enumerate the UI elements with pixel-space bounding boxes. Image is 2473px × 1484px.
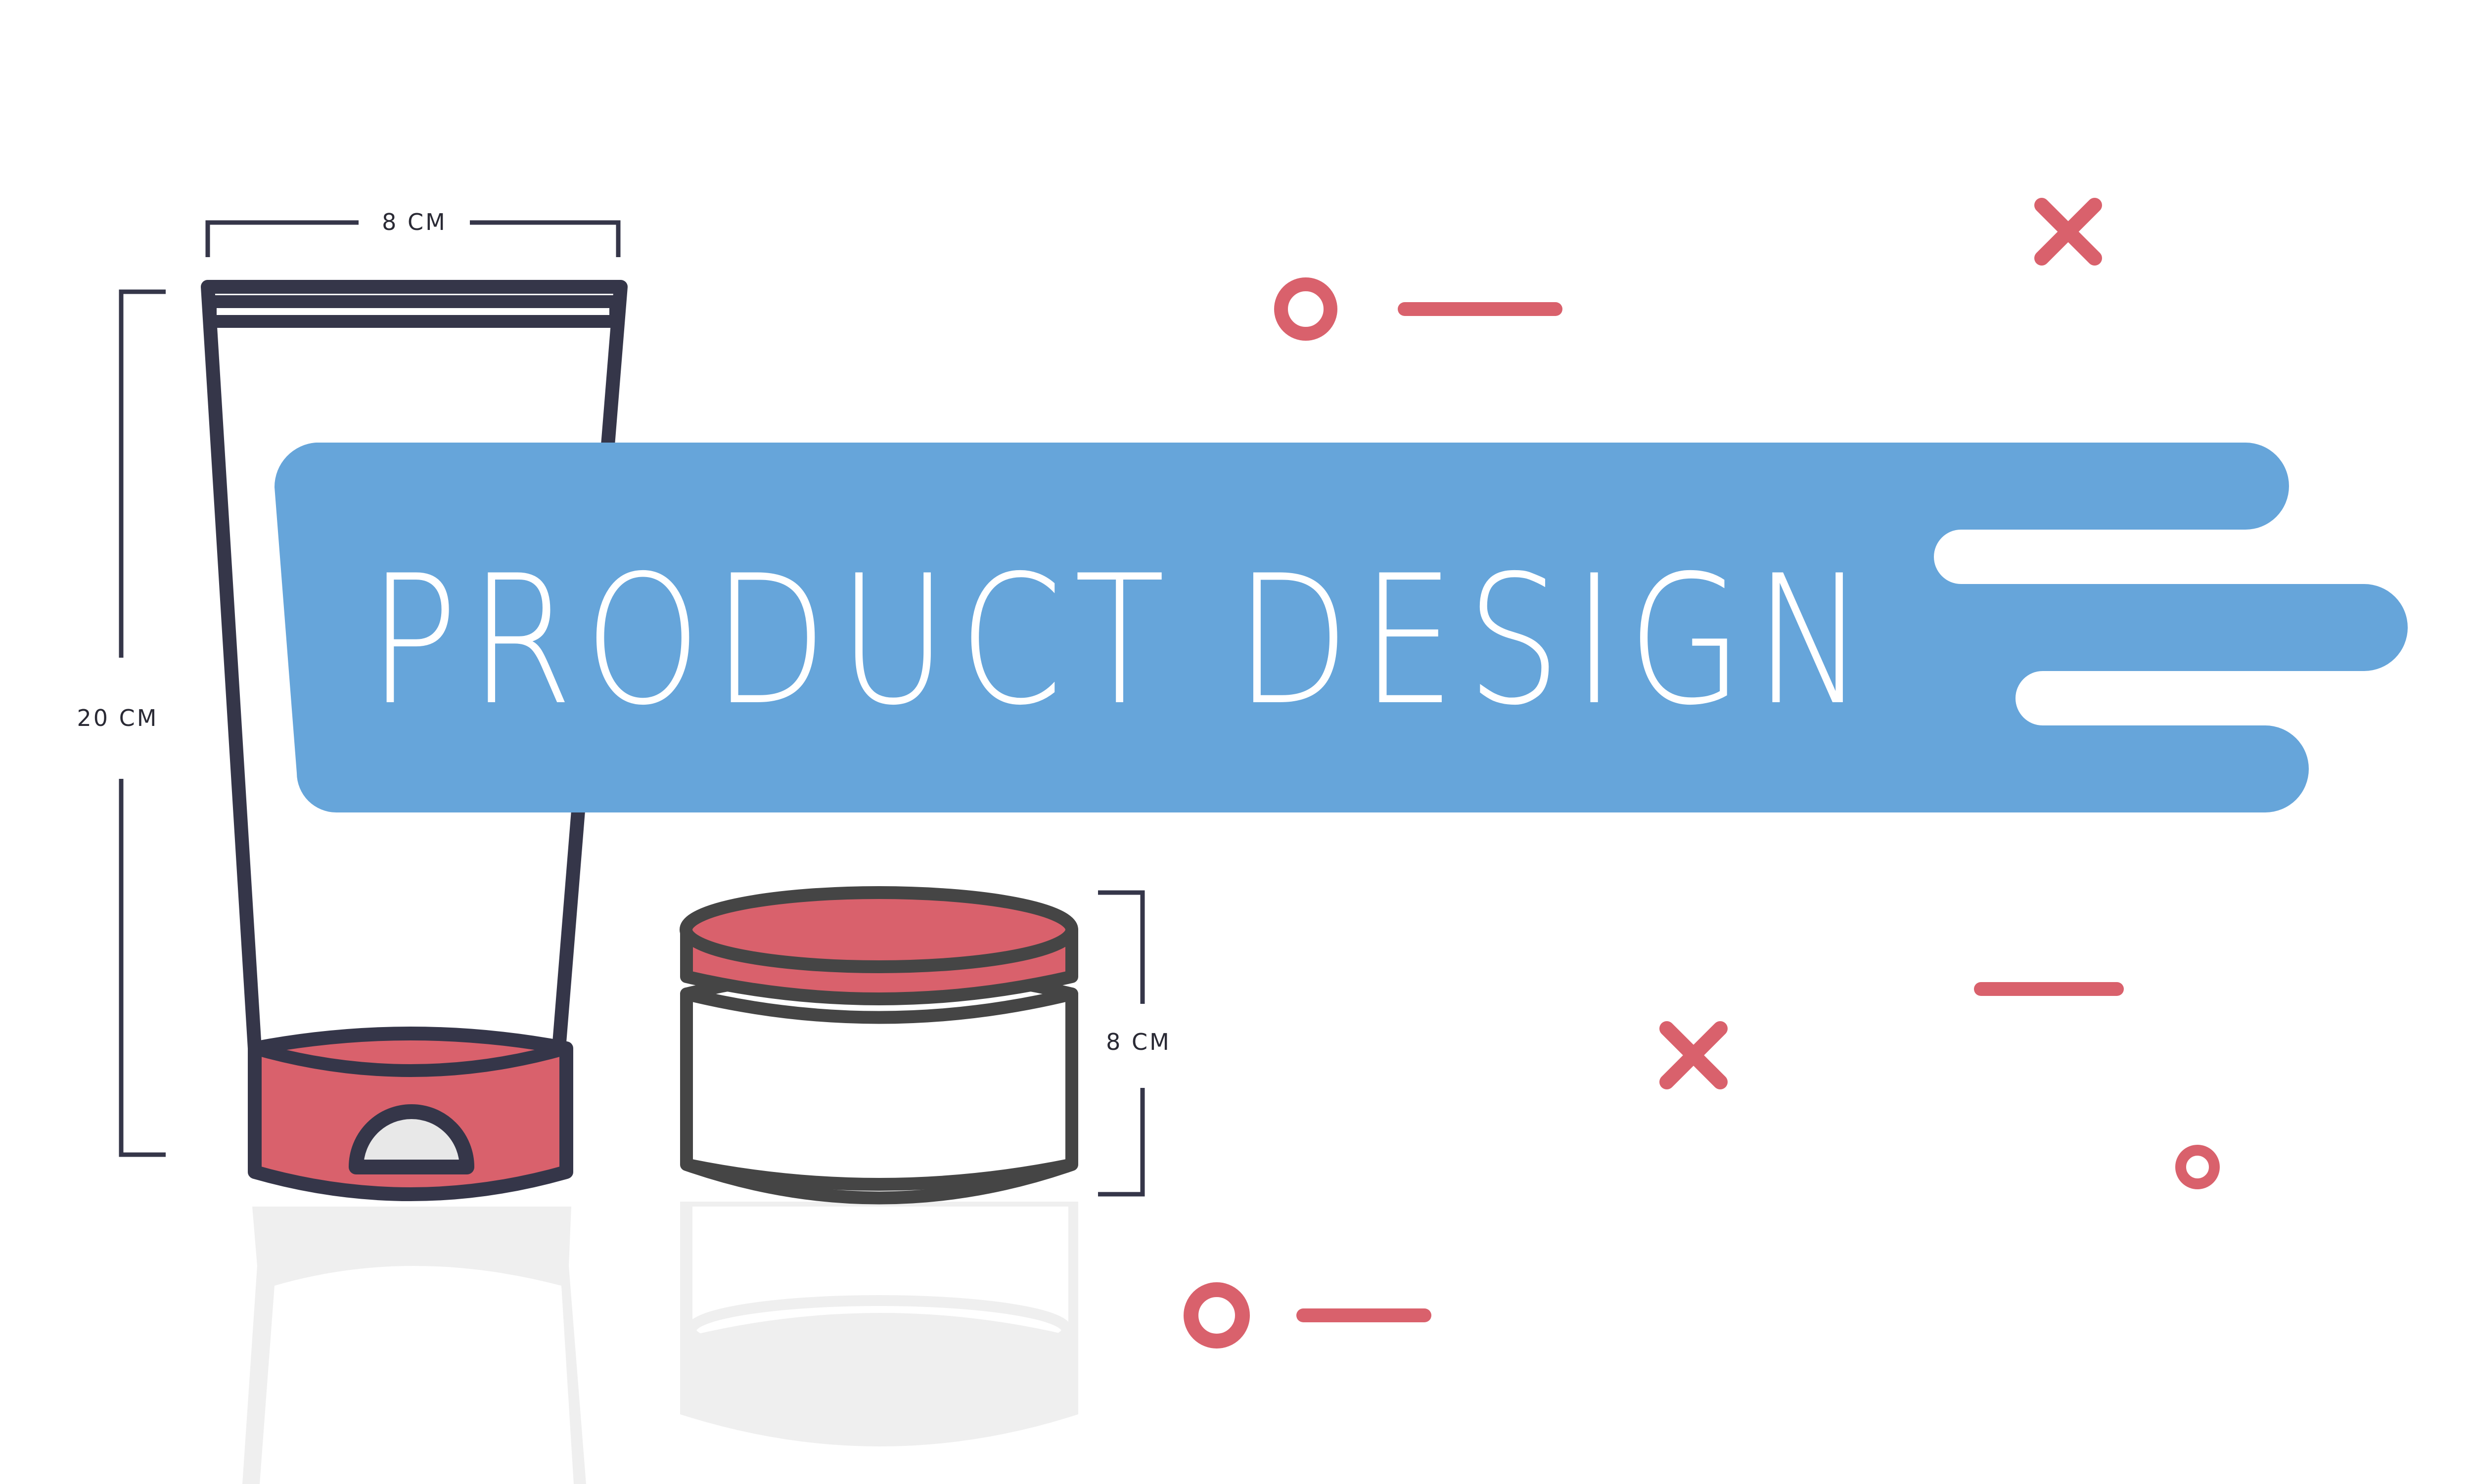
tube-height-bracket-bottom bbox=[119, 779, 166, 1157]
circle-icon bbox=[2175, 1145, 2220, 1189]
reflections bbox=[242, 1202, 1078, 1484]
title-banner: PRODUCT DESIGN bbox=[274, 443, 2408, 812]
jar-icon bbox=[680, 886, 1078, 1205]
tube-height-label: 20 CM bbox=[77, 705, 159, 731]
tube-width-bracket-left bbox=[205, 220, 359, 257]
circle-icon bbox=[1184, 1282, 1250, 1349]
banner-title: PRODUCT DESIGN bbox=[368, 537, 1877, 744]
tube-width-label: 8 CM bbox=[382, 209, 447, 235]
tube-cap-opening bbox=[349, 1104, 474, 1174]
tube-reflection-inner bbox=[260, 1266, 574, 1484]
circle-icon bbox=[1274, 277, 1337, 341]
product-design-illustration: 8 CM 20 CM 8 CM PRODUCT DESIGN bbox=[77, 198, 2408, 1484]
jar-body bbox=[680, 988, 1078, 1205]
x-mark-icon bbox=[2034, 198, 2102, 266]
tube-crimp bbox=[204, 295, 622, 328]
jar-height-bracket-top bbox=[1098, 890, 1145, 1004]
tube-width-bracket-right bbox=[470, 220, 621, 257]
jar-height-label: 8 CM bbox=[1106, 1029, 1171, 1055]
tube-height-bracket-top bbox=[119, 289, 166, 658]
x-mark-icon bbox=[1659, 1021, 1728, 1089]
jar-lid-top bbox=[680, 886, 1078, 973]
jar-height-bracket-bottom bbox=[1098, 1088, 1145, 1197]
